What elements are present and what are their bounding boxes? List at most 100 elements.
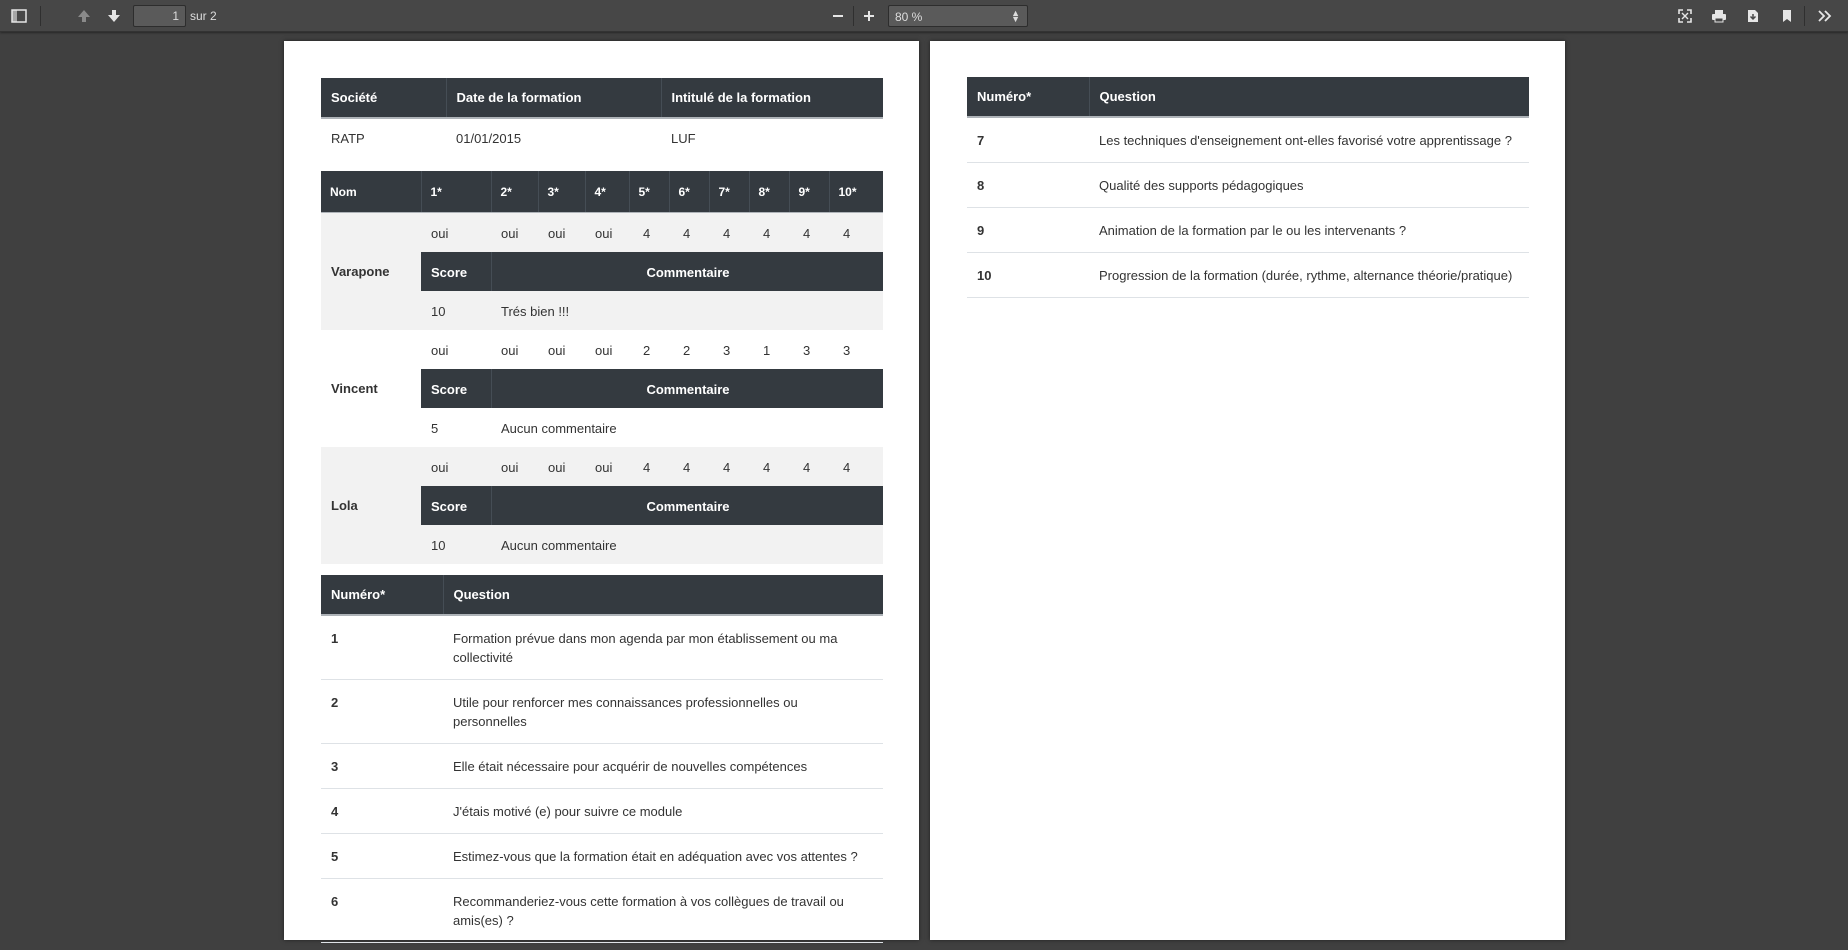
page-number-input[interactable]: 1 (133, 5, 186, 27)
header-numero: Numéro* (321, 575, 443, 616)
question-row: 5 Estimez-vous que la formation était en… (321, 833, 883, 879)
question-text: Progression de la formation (durée, ryth… (1089, 252, 1529, 298)
tools-menu-icon[interactable] (1812, 4, 1838, 28)
score-value: 5 (431, 421, 439, 436)
answer-q3: oui (548, 226, 566, 241)
cell-intitule: LUF (671, 131, 696, 146)
question-number: 3 (321, 743, 443, 789)
score-label: Score (431, 382, 468, 397)
score-label: Score (431, 265, 468, 280)
zoom-value: 80 % (895, 10, 923, 24)
header-q10: 10* (828, 171, 883, 214)
previous-page-icon[interactable] (71, 4, 97, 28)
info-table: Société Date de la formation Intitulé de… (321, 78, 883, 158)
sidebar-toggle-icon[interactable] (6, 4, 32, 28)
question-row: 3 Elle était nécessaire pour acquérir de… (321, 743, 883, 789)
header-nom: Nom (321, 171, 421, 214)
answer-q7: 4 (723, 460, 731, 475)
person-row: Vincent oui oui oui oui 2 2 3 1 3 3 Scor… (321, 330, 883, 447)
question-row: 10 Progression de la formation (durée, r… (967, 252, 1529, 298)
header-q3: 3* (537, 171, 585, 214)
person-answers: oui oui oui oui 4 4 4 4 4 4 (421, 213, 883, 252)
score-comment-header: Score Commentaire (421, 252, 883, 291)
bookmark-icon[interactable] (1774, 4, 1800, 28)
question-row: 6 Recommanderiez-vous cette formation à … (321, 878, 883, 943)
score-comment-header: Score Commentaire (421, 486, 883, 525)
score-label: Score (431, 499, 468, 514)
zoom-select[interactable]: 80 % ▲ ▼ (888, 5, 1028, 27)
comment-value: Aucun commentaire (501, 538, 617, 553)
score-value: 10 (431, 304, 446, 319)
question-text: Recommanderiez-vous cette formation à vo… (443, 878, 883, 943)
toolbar-separator (853, 6, 854, 26)
header-divider (491, 369, 492, 408)
question-text: Utile pour renforcer mes connaissances p… (443, 679, 883, 744)
question-number: 1 (321, 615, 443, 680)
answer-q6: 2 (683, 343, 691, 358)
comment-value: Trés bien !!! (501, 304, 570, 319)
answer-q6: 4 (683, 460, 691, 475)
person-row: Varapone oui oui oui oui 4 4 4 4 4 4 Sco… (321, 213, 883, 330)
header-question: Question (442, 575, 883, 616)
pdf-page-1: Société Date de la formation Intitulé de… (284, 41, 919, 943)
answer-q1: oui (431, 226, 449, 241)
page-count-label: sur 2 (190, 9, 217, 23)
question-row: 2 Utile pour renforcer mes connaissances… (321, 679, 883, 744)
zoom-in-icon[interactable] (856, 4, 882, 28)
person-name: Varapone (331, 264, 390, 279)
cell-date: 01/01/2015 (456, 131, 522, 146)
question-text: Qualité des supports pédagogiques (1089, 162, 1529, 208)
next-page-icon[interactable] (101, 4, 127, 28)
answer-q5: 4 (643, 460, 651, 475)
question-row: 9 Animation de la formation par le ou le… (967, 207, 1529, 253)
person-answers: oui oui oui oui 4 4 4 4 4 4 (421, 447, 883, 486)
header-divider (491, 252, 492, 291)
answer-q10: 4 (843, 460, 851, 475)
person-name: Lola (331, 498, 358, 513)
answer-q4: oui (595, 343, 613, 358)
question-text: Elle était nécessaire pour acquérir de n… (443, 743, 883, 789)
question-text: Formation prévue dans mon agenda par mon… (443, 615, 883, 680)
person-name: Vincent (331, 381, 378, 396)
answer-q8: 4 (763, 226, 771, 241)
header-intitule: Intitulé de la formation (660, 78, 883, 119)
answer-q4: oui (595, 460, 613, 475)
presentation-mode-icon[interactable] (1672, 4, 1698, 28)
score-comment-values: 10 Trés bien !!! (421, 291, 883, 330)
question-row: 8 Qualité des supports pédagogiques (967, 162, 1529, 208)
question-number: 5 (321, 833, 443, 879)
answer-q2: oui (501, 460, 519, 475)
select-caret-icon: ▲ ▼ (1011, 8, 1020, 24)
toolbar-separator (1804, 6, 1805, 26)
person-row: Lola oui oui oui oui 4 4 4 4 4 4 Score C… (321, 447, 883, 564)
zoom-out-icon[interactable] (825, 4, 851, 28)
question-number: 7 (967, 117, 1089, 163)
download-icon[interactable] (1740, 4, 1766, 28)
score-comment-header: Score Commentaire (421, 369, 883, 408)
answer-q5: 4 (643, 226, 651, 241)
answer-q10: 4 (843, 226, 851, 241)
header-q4: 4* (584, 171, 629, 214)
questions-table-1: Numéro* Question 1 Formation prévue dans… (321, 575, 883, 943)
answer-q9: 3 (803, 343, 811, 358)
header-q1: 1* (420, 171, 491, 214)
question-row: 4 J'étais motivé (e) pour suivre ce modu… (321, 788, 883, 834)
question-row: 1 Formation prévue dans mon agenda par m… (321, 615, 883, 680)
toolbar-separator (40, 6, 41, 26)
answer-q1: oui (431, 343, 449, 358)
question-number: 9 (967, 207, 1089, 253)
answer-q6: 4 (683, 226, 691, 241)
answer-q8: 4 (763, 460, 771, 475)
answer-q4: oui (595, 226, 613, 241)
comment-label: Commentaire (646, 382, 730, 397)
answer-q3: oui (548, 460, 566, 475)
answer-q9: 4 (803, 460, 811, 475)
question-row: 7 Les techniques d'enseignement ont-elle… (967, 117, 1529, 163)
scores-header-row: Nom 1* 2* 3* 4* 5* 6* 7* 8* 9* 10* (321, 171, 883, 214)
header-numero: Numéro* (967, 77, 1089, 118)
comment-label: Commentaire (646, 499, 730, 514)
print-icon[interactable] (1706, 4, 1732, 28)
pdf-page-2: Numéro* Question 7 Les techniques d'ense… (930, 41, 1565, 940)
answer-q7: 3 (723, 343, 731, 358)
person-answers: oui oui oui oui 2 2 3 1 3 3 (421, 330, 883, 369)
